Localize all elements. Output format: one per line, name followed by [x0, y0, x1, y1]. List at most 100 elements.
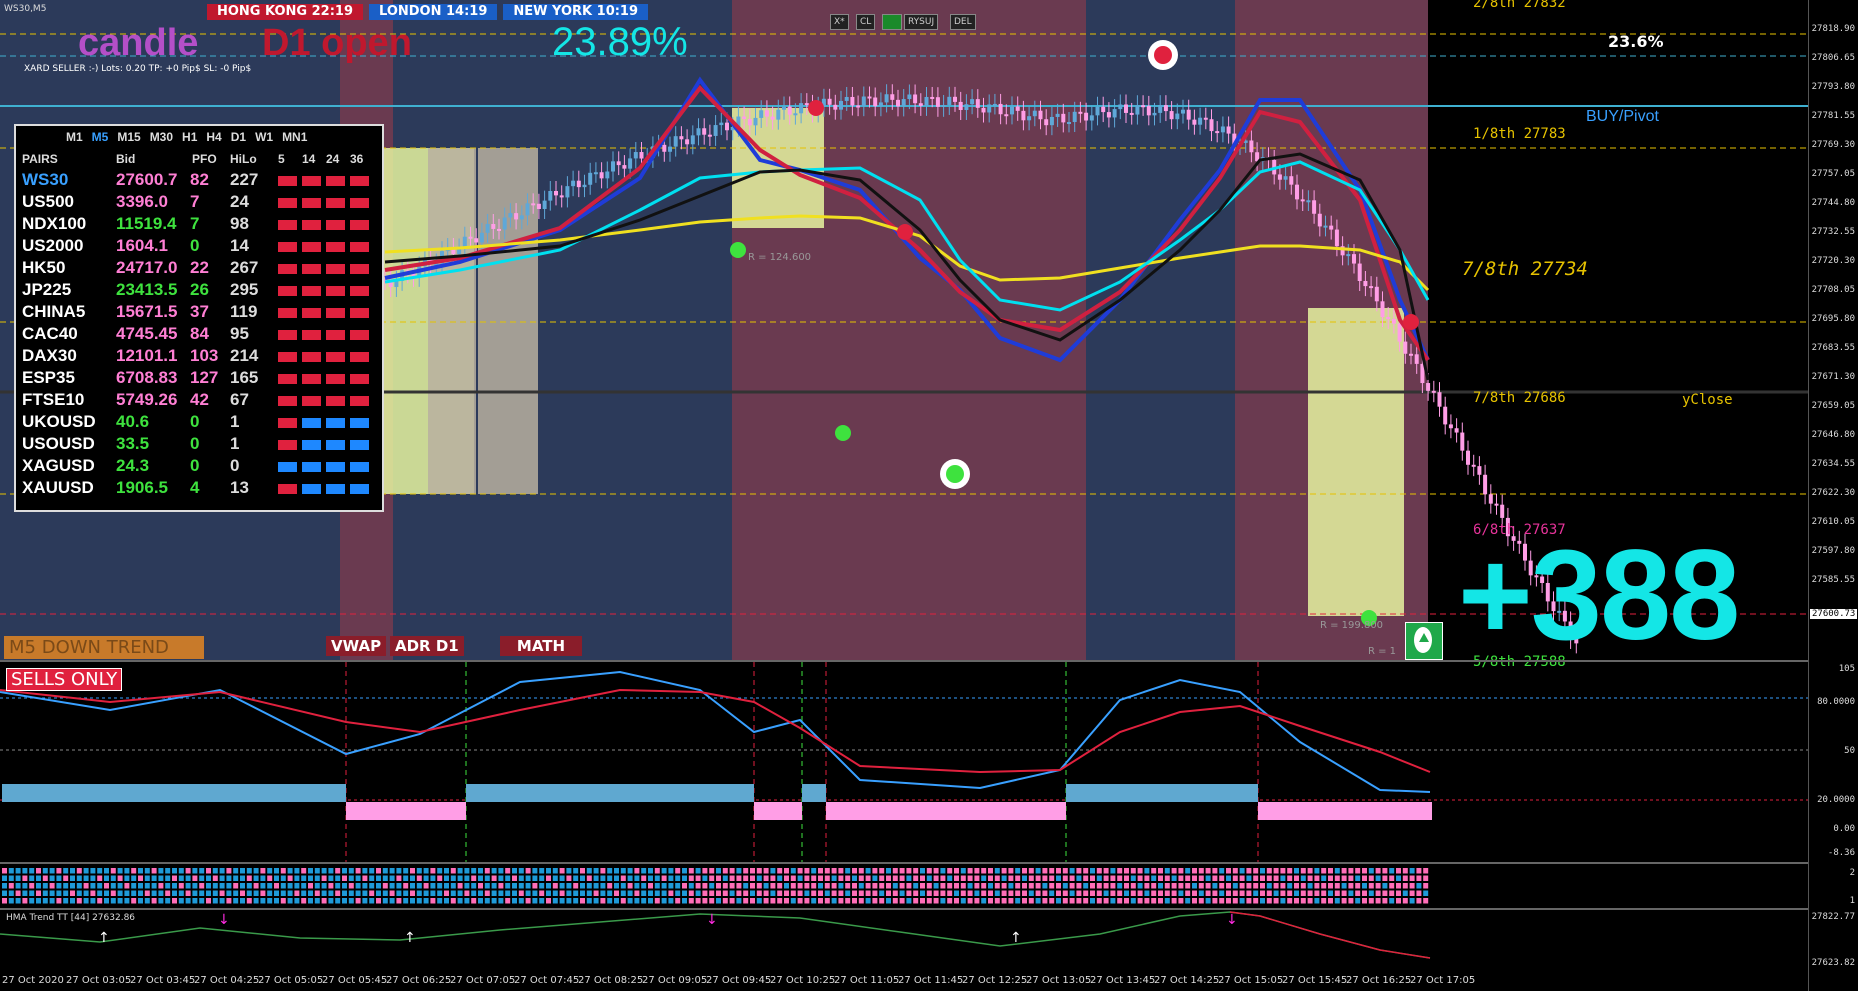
adr-d1-button[interactable]: ADR D1: [390, 636, 464, 656]
candle-body: [1158, 105, 1163, 113]
candle-body: [474, 238, 479, 243]
strip-cell: [865, 868, 871, 874]
candle-body: [582, 184, 587, 188]
strip-cell: [559, 898, 565, 904]
tf-m1[interactable]: M1: [66, 130, 83, 144]
pivot-1-8: 1/8th 27783: [1473, 126, 1566, 142]
strip-cell: [512, 868, 517, 874]
trend-bar: [350, 440, 369, 450]
tf-mn1[interactable]: MN1: [282, 130, 307, 144]
pair-symbol: USOUSD: [22, 434, 95, 453]
tf-h1[interactable]: H1: [182, 130, 197, 144]
toolbar-cl-button[interactable]: CL: [856, 14, 876, 30]
candle-body: [1414, 354, 1419, 364]
candle-body: [1112, 109, 1117, 118]
strip-cell: [1008, 890, 1014, 896]
trend-bar: [326, 396, 345, 406]
tf-m5[interactable]: M5: [92, 130, 109, 144]
candle-body: [702, 128, 707, 135]
strip-cell: [280, 883, 286, 889]
candle-body: [611, 161, 615, 172]
strip-cell: [1001, 898, 1007, 904]
strip-cell: [355, 875, 361, 881]
candle-body: [616, 161, 621, 166]
tf-m15[interactable]: M15: [117, 130, 140, 144]
strip-cell: [416, 898, 422, 904]
tf-d1[interactable]: D1: [231, 130, 246, 144]
strip-cell: [668, 868, 674, 874]
vwap-button[interactable]: VWAP: [326, 636, 387, 656]
strip-cell: [1239, 898, 1245, 904]
pair-hilo: 98: [230, 214, 249, 233]
strip-cell: [886, 868, 891, 874]
strip-cell: [1246, 890, 1252, 896]
strip-cell: [1069, 875, 1075, 881]
strip-cell: [1253, 875, 1259, 881]
candle-body: [497, 228, 501, 231]
strip-cell: [872, 898, 878, 904]
strip-cell: [253, 875, 259, 881]
strip-cell: [1341, 868, 1347, 874]
strip-cell: [1198, 898, 1204, 904]
candle-body: [981, 107, 986, 113]
trend-bar: [302, 198, 321, 208]
strip-cell: [1124, 890, 1129, 896]
toolbar-del-button[interactable]: DEL: [950, 14, 976, 30]
strip-cell: [301, 868, 307, 874]
strip-cell: [750, 868, 755, 874]
strip-cell: [899, 868, 905, 874]
strip-cell: [1049, 868, 1055, 874]
strip-cell: [376, 868, 381, 874]
pair-bid: 24717.0: [116, 258, 178, 277]
price-axis[interactable]: 27818.90 27806.65 27793.80 27781.55 27769.30…: [1808, 0, 1858, 991]
strip-cell: [920, 868, 925, 874]
toolbar-x-button[interactable]: X*: [830, 14, 849, 30]
strip-cell: [600, 868, 606, 874]
candle-body: [1106, 112, 1111, 118]
candle-body: [1226, 126, 1231, 134]
time-tick: 27 Oct 15:05: [1218, 975, 1284, 986]
candle-body: [964, 104, 969, 110]
toolbar-color-button[interactable]: [882, 14, 902, 30]
strip-cell: [144, 875, 150, 881]
toolbar-rysuj-button[interactable]: RYSUJ: [904, 14, 939, 30]
oscillator-panel[interactable]: [0, 662, 1808, 862]
strip-cell: [586, 898, 592, 904]
strip-cell: [1192, 875, 1197, 881]
strip-cell: [654, 875, 660, 881]
math-button[interactable]: MATH: [500, 636, 582, 656]
strip-cell: [933, 898, 939, 904]
strip-cell: [532, 898, 538, 904]
strip-cell: [444, 890, 449, 896]
osc-state-bar: [802, 784, 826, 802]
strip-cell: [1205, 890, 1211, 896]
separator-2[interactable]: [0, 862, 1808, 864]
strip-cell: [1144, 868, 1150, 874]
strip-cell: [1239, 868, 1245, 874]
tf-w1[interactable]: W1: [255, 130, 273, 144]
strip-cell: [308, 875, 313, 881]
tf-m30[interactable]: M30: [150, 130, 173, 144]
strip-cell: [1076, 875, 1082, 881]
strip-cell: [879, 898, 885, 904]
strip-cell: [212, 898, 218, 904]
strip-cell: [1205, 898, 1211, 904]
signal-dot: [835, 425, 851, 441]
strip-cell: [410, 875, 415, 881]
strip-cell: [240, 890, 245, 896]
strip-cell: [688, 883, 694, 889]
pair-pfo: 127: [190, 368, 219, 387]
strip-cell: [675, 898, 681, 904]
strip-cell: [974, 868, 980, 874]
strip-cell: [131, 875, 137, 881]
strip-cell: [348, 875, 354, 881]
time-tick: 27 Oct 14:25: [1154, 975, 1220, 986]
osc-state-bar: [1066, 784, 1258, 802]
strip-cell: [1396, 890, 1401, 896]
candle-body: [1500, 504, 1505, 518]
strip-cell: [144, 898, 150, 904]
strip-cell: [471, 868, 477, 874]
buy-arrow-icon[interactable]: [1405, 622, 1443, 660]
strip-cell: [994, 875, 1000, 881]
tf-h4[interactable]: H4: [206, 130, 221, 144]
